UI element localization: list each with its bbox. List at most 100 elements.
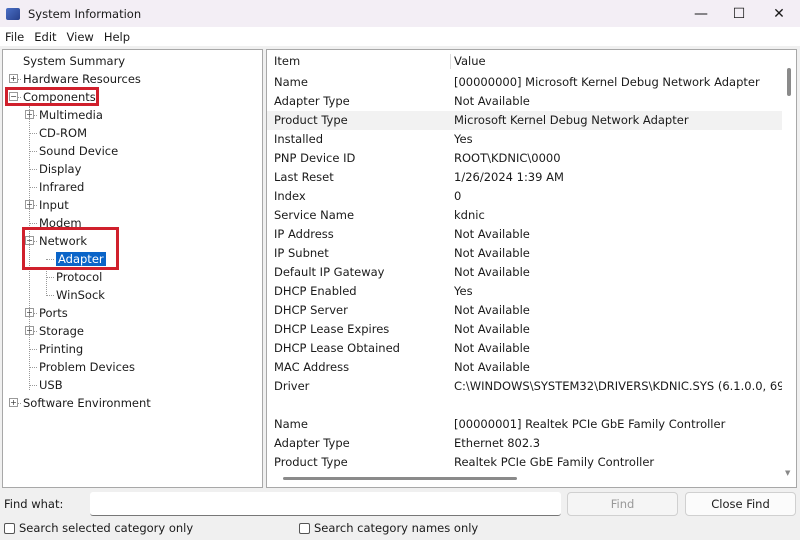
item-cell: DHCP Server [274, 303, 348, 317]
close-find-button[interactable]: Close Find [685, 492, 796, 516]
value-cell: [00000001] Realtek PCIe GbE Family Contr… [454, 417, 726, 431]
tree-item-hardware-resources[interactable]: Hardware Resources [23, 70, 141, 88]
tree-item-label: Ports [39, 306, 68, 320]
item-cell: IP Subnet [274, 246, 329, 260]
tree-item-software-environment[interactable]: Software Environment [23, 394, 151, 412]
tree-item-sound-device[interactable]: Sound Device [39, 142, 118, 160]
close-button[interactable]: ✕ [760, 0, 798, 27]
table-row[interactable]: Name [00000000] Microsoft Kernel Debug Ne… [274, 73, 784, 92]
table-row[interactable]: Index 0 [274, 187, 784, 206]
value-cell: Yes [454, 284, 473, 298]
tree-item-printing[interactable]: Printing [39, 340, 83, 358]
value-cell: ROOT\KDNIC\0000 [454, 151, 561, 165]
vertical-scrollbar[interactable]: ▼ [782, 50, 796, 487]
table-row[interactable]: DHCP Lease Expires Not Available [274, 320, 784, 339]
value-cell: kdnic [454, 208, 485, 222]
system-information-icon [6, 7, 20, 20]
horizontal-scrollbar[interactable] [283, 477, 517, 480]
menu-view[interactable]: View [62, 30, 99, 44]
search-selected-category-checkbox[interactable]: Search selected category only [4, 521, 193, 535]
expand-icon[interactable]: + [9, 398, 18, 407]
highlight-box [22, 227, 119, 270]
tree-item-input[interactable]: Input [39, 196, 69, 214]
value-cell: Realtek PCIe GbE Family Controller [454, 455, 655, 469]
tree-item-multimedia[interactable]: Multimedia [39, 106, 103, 124]
table-row[interactable]: Default IP Gateway Not Available [274, 263, 784, 282]
table-row[interactable]: Service Name kdnic [274, 206, 784, 225]
menu-help[interactable]: Help [99, 30, 135, 44]
table-row[interactable]: DHCP Lease Obtained Not Available [274, 339, 784, 358]
table-row[interactable]: Last Reset 1/26/2024 1:39 AM [274, 168, 784, 187]
item-cell: DHCP Enabled [274, 284, 357, 298]
minimize-button[interactable]: — [682, 0, 720, 27]
tree-item-usb[interactable]: USB [39, 376, 63, 394]
tree-item-label: System Summary [23, 54, 126, 68]
table-row[interactable]: Installed Yes [274, 130, 784, 149]
tree-item-label: Display [39, 162, 82, 176]
category-tree: System Summary + Hardware Resources − Compon… [2, 49, 263, 488]
table-row[interactable]: DHCP Enabled Yes [274, 282, 784, 301]
item-cell: Name [274, 417, 308, 431]
tree-item-infrared[interactable]: Infrared [39, 178, 84, 196]
details-table: Item Value Name [00000000] Microsoft Kern… [266, 49, 797, 488]
value-cell: Microsoft Kernel Debug Network Adapter [454, 113, 689, 127]
checkbox-label: Search selected category only [19, 521, 194, 535]
tree-item-problem-devices[interactable]: Problem Devices [39, 358, 135, 376]
find-button[interactable]: Find [567, 492, 678, 516]
tree-item-protocol[interactable]: Protocol [56, 268, 102, 286]
item-cell: Index [274, 189, 306, 203]
tree-item-system-summary[interactable]: System Summary [23, 52, 125, 70]
tree-item-storage[interactable]: Storage [39, 322, 84, 340]
tree-item-label: Problem Devices [39, 360, 135, 374]
table-row[interactable] [274, 396, 784, 415]
scroll-thumb[interactable] [787, 68, 791, 96]
table-row[interactable]: Product Type Realtek PCIe GbE Family Cont… [274, 453, 784, 472]
item-cell: Last Reset [274, 170, 334, 184]
value-cell: Not Available [454, 322, 530, 336]
tree-item-label: Printing [39, 342, 84, 356]
value-cell: Not Available [454, 303, 530, 317]
tree-item-cd-rom[interactable]: CD-ROM [39, 124, 87, 142]
tree-item-display[interactable]: Display [39, 160, 81, 178]
tree-item-label: Protocol [56, 270, 103, 284]
table-row[interactable]: Driver C:\WINDOWS\SYSTEM32\DRIVERS\KDNIC.… [274, 377, 796, 396]
column-header-item[interactable]: Item [274, 52, 300, 71]
tree-item-label: CD-ROM [39, 126, 87, 140]
item-cell: Adapter Type [274, 94, 350, 108]
maximize-button[interactable]: ☐ [720, 0, 758, 27]
tree-item-label: USB [39, 378, 63, 392]
value-cell: Not Available [454, 360, 530, 374]
find-input[interactable] [90, 492, 561, 516]
window-title: System Information [28, 6, 142, 21]
expand-icon[interactable]: + [9, 74, 18, 83]
find-label: Find what: [4, 497, 64, 511]
column-header-value[interactable]: Value [454, 52, 486, 71]
table-row[interactable]: MAC Address Not Available [274, 358, 784, 377]
table-row[interactable]: PNP Device ID ROOT\KDNIC\0000 [274, 149, 784, 168]
tree-item-winsock[interactable]: WinSock [56, 286, 105, 304]
menu-file[interactable]: File [0, 30, 29, 44]
value-cell: 1/26/2024 1:39 AM [454, 170, 564, 184]
value-cell: Not Available [454, 341, 530, 355]
value-cell: Yes [454, 132, 473, 146]
table-row[interactable]: IP Subnet Not Available [274, 244, 784, 263]
table-row[interactable]: Adapter Type Not Available [274, 92, 784, 111]
value-cell: Not Available [454, 227, 530, 241]
tree-item-ports[interactable]: Ports [39, 304, 68, 322]
table-row[interactable]: Name [00000001] Realtek PCIe GbE Family C… [274, 415, 784, 434]
item-cell: Installed [274, 132, 323, 146]
table-row[interactable]: DHCP Server Not Available [274, 301, 784, 320]
item-cell: Service Name [274, 208, 355, 222]
menu-edit[interactable]: Edit [29, 30, 61, 44]
search-category-names-checkbox[interactable]: Search category names only [299, 521, 478, 535]
tree-item-label: Storage [39, 324, 84, 338]
table-row[interactable]: Adapter Type Ethernet 802.3 [274, 434, 784, 453]
table-row[interactable]: Product Type Microsoft Kernel Debug Netwo… [267, 111, 782, 130]
value-cell: Not Available [454, 265, 530, 279]
tree-item-label: Multimedia [39, 108, 103, 122]
tree-item-label: WinSock [56, 288, 105, 302]
scroll-down-icon[interactable]: ▼ [785, 469, 790, 477]
item-cell: DHCP Lease Obtained [274, 341, 400, 355]
table-row[interactable]: IP Address Not Available [274, 225, 784, 244]
tree-item-label: Infrared [39, 180, 85, 194]
